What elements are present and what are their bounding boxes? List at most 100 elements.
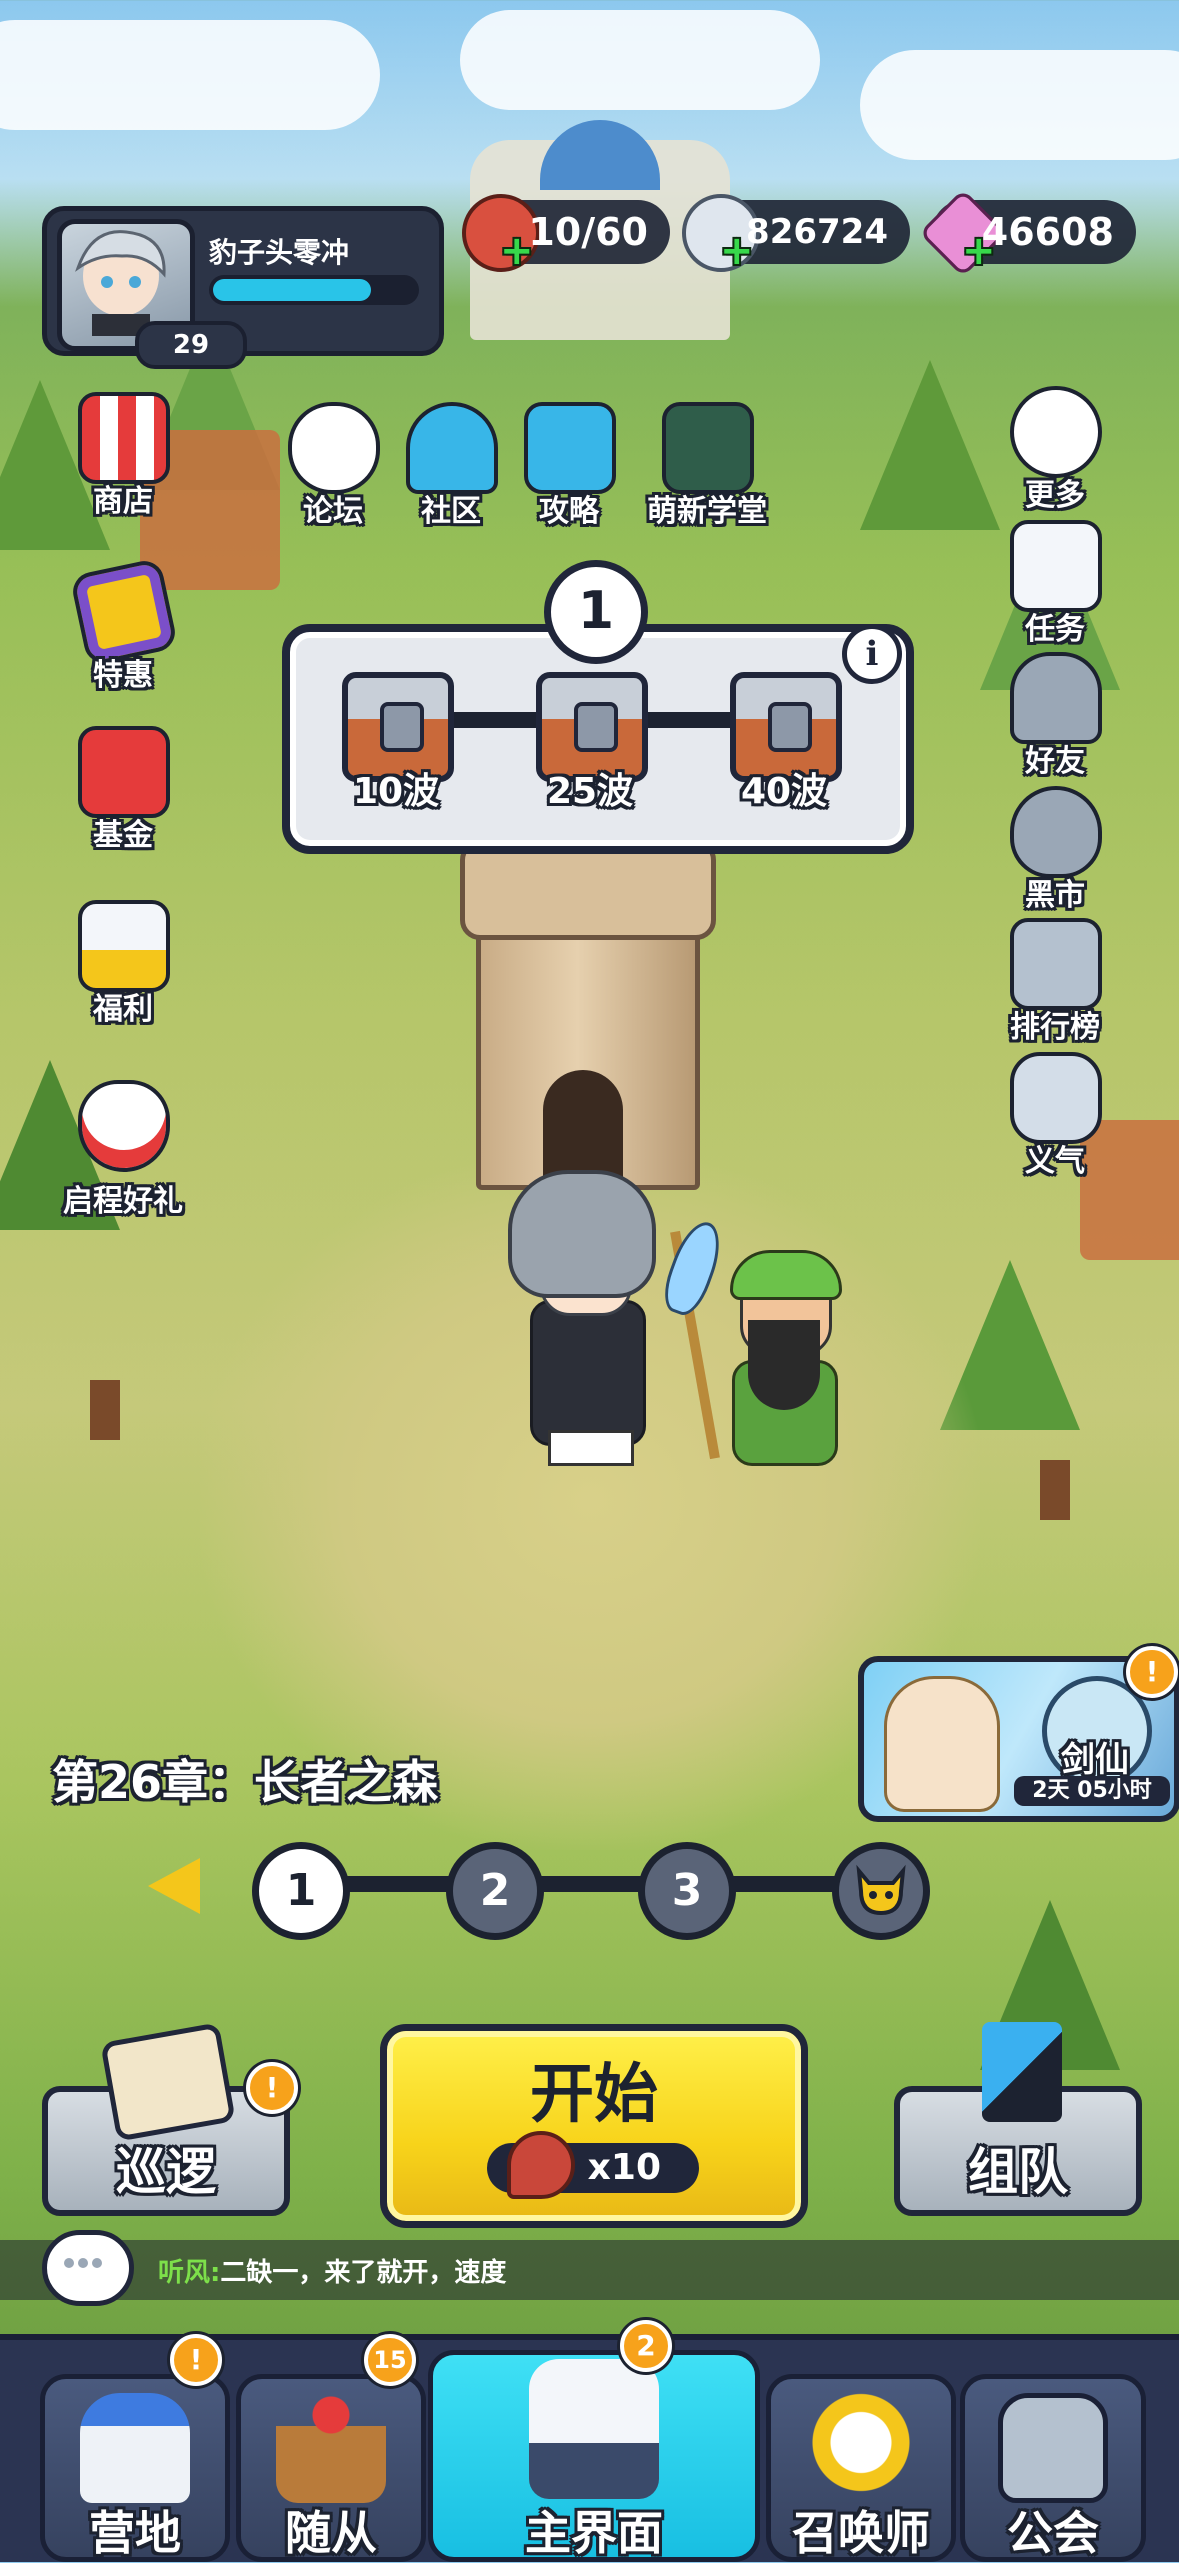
player-profile[interactable]: 29 豹子头零冲 xyxy=(42,206,444,369)
patrol-alert-badge: ! xyxy=(246,2062,298,2114)
guide-tablet-icon xyxy=(524,402,616,494)
tower-icon xyxy=(529,2359,659,2499)
gems-value: 46608 xyxy=(981,210,1114,254)
journey-gift-label: 启程好礼 xyxy=(63,1184,183,1219)
event-timer: 2天 05小时 xyxy=(1014,1776,1170,1806)
followers-count-badge: 15 xyxy=(364,2334,416,2386)
more-button[interactable]: 更多 xyxy=(980,386,1130,536)
stage-node-1[interactable]: 1 xyxy=(252,1842,350,1940)
chat-message: 听风:二缺一，来了就开，速度 xyxy=(158,2252,506,2289)
tower-door xyxy=(543,1070,623,1180)
friends-icon xyxy=(1010,652,1102,744)
chat-sender: 听风: xyxy=(158,2258,221,2288)
shop-label: 商店 xyxy=(93,484,153,519)
newbie-school-board-icon xyxy=(662,402,754,494)
camp-alert-badge: ! xyxy=(170,2334,222,2386)
wave-milestone-label: 40波 xyxy=(740,771,828,812)
event-alert-badge: ! xyxy=(1126,1646,1178,1698)
summon-hand-icon xyxy=(806,2393,916,2503)
newbie-school-button[interactable]: 萌新学堂 xyxy=(632,402,782,552)
chapter-title: 第26章：长者之森 xyxy=(52,1755,439,1809)
welfare-label: 福利 xyxy=(93,992,153,1027)
leaderboard-label: 排行榜 xyxy=(1010,1010,1100,1045)
journey-gift-button[interactable]: 启程好礼 xyxy=(48,1080,198,1230)
main-count-badge: 2 xyxy=(620,2320,672,2372)
quests-button[interactable]: 任务 xyxy=(980,520,1130,670)
loyalty-label: 义气 xyxy=(1025,1144,1085,1179)
nav-tab-followers[interactable]: 随从 xyxy=(236,2374,426,2562)
special-offer-button[interactable]: 特惠 xyxy=(48,557,198,716)
money-bag-icon xyxy=(1010,786,1102,878)
team-flags-icon xyxy=(982,2022,1062,2122)
nav-tab-camp[interactable]: 营地 xyxy=(40,2374,230,2562)
player-name: 豹子头零冲 xyxy=(209,236,350,269)
patrol-label: 巡逻 xyxy=(116,2143,216,2201)
friends-button[interactable]: 好友 xyxy=(980,652,1130,802)
castle-icon xyxy=(80,2393,190,2503)
forum-chat-icon xyxy=(288,402,380,494)
event-title: 剑仙 xyxy=(1061,1740,1129,1780)
nav-tab-label: 召唤师 xyxy=(792,2506,930,2560)
welfare-button[interactable]: 福利 xyxy=(48,900,198,1050)
start-button[interactable]: 开始 x10 xyxy=(380,2024,808,2228)
friends-label: 好友 xyxy=(1025,744,1085,779)
newbie-school-label: 萌新学堂 xyxy=(647,494,767,529)
player-xp-bar xyxy=(209,275,419,305)
leaderboard-button[interactable]: 排行榜 xyxy=(980,918,1130,1068)
nav-tab-label: 随从 xyxy=(285,2506,377,2560)
chat-bubble-icon[interactable] xyxy=(42,2230,134,2306)
lock-icon xyxy=(574,702,618,752)
team-label: 组队 xyxy=(968,2143,1068,2201)
nav-tab-label: 主界面 xyxy=(525,2506,663,2560)
start-label: 开始 xyxy=(530,2058,658,2132)
start-cost-value: x10 xyxy=(587,2147,661,2188)
shop-icon xyxy=(78,392,170,484)
fox-mask-icon xyxy=(78,1080,170,1172)
quests-clipboard-icon xyxy=(1010,520,1102,612)
more-label: 更多 xyxy=(1025,478,1085,513)
fund-chest-icon xyxy=(78,726,170,818)
previous-chapter-arrow[interactable] xyxy=(148,1858,200,1914)
more-grid-icon xyxy=(1010,386,1102,478)
wave-milestone-label: 10波 xyxy=(352,771,440,812)
boss-stage-node[interactable] xyxy=(832,1842,930,1940)
community-house-icon xyxy=(406,402,498,494)
coins-value: 826724 xyxy=(746,212,888,252)
meat-icon xyxy=(507,2131,575,2199)
stage-track xyxy=(300,1876,880,1892)
fund-label: 基金 xyxy=(93,818,153,853)
player-level-badge: 29 xyxy=(135,321,247,369)
fund-button[interactable]: 基金 xyxy=(48,726,198,876)
resource-stamina[interactable]: + 10/60 xyxy=(462,194,670,272)
chat-message-text: 二缺一，来了就开，速度 xyxy=(220,2258,507,2288)
wave-info-button[interactable]: i xyxy=(842,624,902,684)
nav-tab-guild[interactable]: 公会 xyxy=(960,2374,1146,2562)
patrol-map-icon xyxy=(100,2022,236,2142)
start-cost: x10 xyxy=(487,2131,699,2199)
black-market-label: 黑市 xyxy=(1025,878,1085,913)
nav-tab-main[interactable]: 主界面 xyxy=(428,2350,760,2562)
nav-tab-summoner[interactable]: 召唤师 xyxy=(766,2374,956,2562)
leaderboard-swords-icon xyxy=(1010,918,1102,1010)
lock-icon xyxy=(380,702,424,752)
stamina-value: 10/60 xyxy=(528,210,648,254)
loyalty-button[interactable]: 义气 xyxy=(980,1052,1130,1202)
lock-icon xyxy=(998,2393,1108,2503)
special-offer-label: 特惠 xyxy=(93,658,153,693)
team-button[interactable]: 组队 xyxy=(894,2022,1142,2216)
current-wave-indicator: 1 xyxy=(544,560,648,664)
stage-node-3[interactable]: 3 xyxy=(638,1842,736,1940)
demon-skull-icon xyxy=(856,1864,906,1916)
shop-button[interactable]: 商店 xyxy=(48,392,198,542)
resource-coins[interactable]: + 826724 xyxy=(682,194,910,272)
black-market-button[interactable]: 黑市 xyxy=(980,786,1130,936)
player-xp-fill xyxy=(213,279,371,301)
loyalty-star-shield-icon xyxy=(1010,1052,1102,1144)
wave-milestone-label: 25波 xyxy=(546,771,634,812)
slingshot-icon xyxy=(276,2393,386,2503)
lock-icon xyxy=(768,702,812,752)
resource-gems[interactable]: + 46608 xyxy=(918,188,1136,278)
stage-node-2[interactable]: 2 xyxy=(446,1842,544,1940)
quests-label: 任务 xyxy=(1025,612,1085,647)
tower-top xyxy=(460,840,716,940)
